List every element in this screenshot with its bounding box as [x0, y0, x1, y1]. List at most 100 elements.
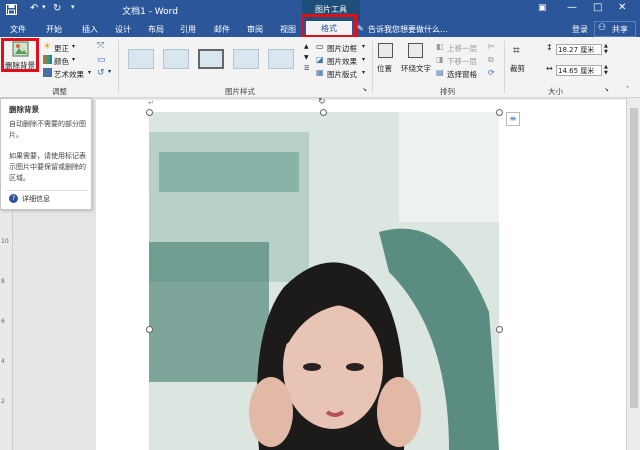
- tab-layout[interactable]: 布局: [148, 24, 164, 35]
- height-icon: ↕: [546, 43, 553, 52]
- crop-button[interactable]: ⌗ 裁剪: [508, 41, 532, 77]
- adjust-group-label: 调整: [52, 87, 67, 96]
- position-label: 位置: [377, 64, 392, 73]
- tab-review[interactable]: 审阅: [247, 24, 263, 35]
- ribbon-display-options-icon[interactable]: ▣: [538, 3, 547, 13]
- reset-picture-icon[interactable]: ↺: [97, 68, 105, 78]
- rotate-icon[interactable]: ⟳: [488, 68, 495, 77]
- layout-options-icon[interactable]: ≡: [506, 112, 520, 126]
- vertical-scrollbar[interactable]: [626, 98, 640, 450]
- position-icon: [378, 43, 393, 58]
- crop-label: 裁剪: [510, 64, 525, 73]
- selected-picture[interactable]: [149, 112, 499, 450]
- height-field[interactable]: 18.27 厘米: [556, 44, 602, 55]
- picture-layout-button[interactable]: 图片版式: [327, 69, 357, 80]
- close-button[interactable]: ✕: [618, 2, 626, 13]
- tooltip-more-link[interactable]: 详细信息: [22, 194, 50, 204]
- resize-handle-right[interactable]: [496, 326, 503, 333]
- ruler-tick: 10: [1, 238, 9, 245]
- change-picture-icon[interactable]: ▭: [97, 55, 106, 65]
- share-label: 共享: [612, 25, 628, 34]
- tooltip-divider: [7, 190, 87, 191]
- collapse-ribbon-icon[interactable]: ˄: [626, 86, 629, 93]
- dropdown-arrow-icon[interactable]: ▾: [88, 69, 91, 76]
- ruler-tick: 4: [1, 358, 5, 365]
- dropdown-arrow-icon[interactable]: ▾: [362, 43, 365, 50]
- gallery-scroll-down-icon[interactable]: ▼: [304, 54, 309, 61]
- align-icon[interactable]: ⊨: [488, 42, 495, 51]
- width-field[interactable]: 14.65 厘米: [556, 65, 602, 76]
- send-backward-icon: ◨: [436, 55, 444, 64]
- dropdown-arrow-icon[interactable]: ▾: [72, 43, 75, 50]
- size-group-label: 大小: [548, 87, 563, 96]
- group-separator: [504, 41, 505, 93]
- color-button[interactable]: 颜色: [54, 56, 69, 67]
- dialog-launcher-icon[interactable]: ↘: [362, 86, 367, 93]
- corrections-icon: ☀: [43, 42, 52, 52]
- tab-mailings[interactable]: 邮件: [214, 24, 230, 35]
- gallery-scroll-up-icon[interactable]: ▲: [304, 43, 309, 50]
- lightbulb-icon: ✎: [357, 24, 364, 33]
- style-thumb[interactable]: [163, 49, 189, 69]
- resize-handle-top-left[interactable]: [146, 109, 153, 116]
- compress-pictures-icon[interactable]: ⤧: [97, 41, 104, 51]
- tab-insert[interactable]: 插入: [82, 24, 98, 35]
- format-tab-highlight: [301, 14, 357, 38]
- tab-file[interactable]: 文件: [10, 24, 26, 35]
- style-thumb[interactable]: [128, 49, 154, 69]
- resize-handle-left[interactable]: [146, 326, 153, 333]
- position-button[interactable]: 位置: [375, 41, 397, 77]
- wrap-text-button[interactable]: 环绕文字: [400, 41, 434, 77]
- scrollbar-thumb[interactable]: [630, 108, 638, 408]
- tab-references[interactable]: 引用: [180, 24, 196, 35]
- picture-layout-icon: ▦: [316, 68, 324, 77]
- picture-content: [149, 112, 499, 450]
- bring-forward-button[interactable]: 上移一层: [447, 43, 477, 54]
- wrap-text-icon: [408, 43, 423, 58]
- rotation-handle-icon[interactable]: ↻: [318, 97, 326, 107]
- picture-effects-button[interactable]: 图片效果: [327, 56, 357, 67]
- picture-border-icon: ▭: [316, 42, 324, 51]
- person-icon: ⚇: [598, 23, 607, 33]
- resize-handle-top-right[interactable]: [496, 109, 503, 116]
- login-link[interactable]: 登录: [572, 24, 588, 35]
- minimize-button[interactable]: —: [567, 2, 577, 13]
- tab-home[interactable]: 开始: [46, 24, 62, 35]
- style-thumb[interactable]: [198, 49, 224, 69]
- picture-styles-group-label: 图片样式: [225, 87, 255, 96]
- resize-handle-top[interactable]: [320, 109, 327, 116]
- ruler-tick: 8: [1, 278, 5, 285]
- dropdown-arrow-icon[interactable]: ▾: [108, 68, 111, 75]
- tooltip-desc-1: 自动删除不需要的部分图片。: [9, 120, 86, 139]
- share-button[interactable]: ⚇ 共享: [594, 21, 636, 37]
- send-backward-button[interactable]: 下移一层: [447, 56, 477, 67]
- color-icon: [43, 55, 52, 64]
- group-icon[interactable]: ⧉: [488, 55, 494, 65]
- gallery-more-icon[interactable]: ☰: [304, 65, 309, 72]
- crop-icon: ⌗: [513, 43, 520, 57]
- dropdown-arrow-icon[interactable]: ▾: [72, 56, 75, 63]
- tab-design[interactable]: 设计: [115, 24, 131, 35]
- height-spinner-icon[interactable]: ▲ ▼: [604, 43, 608, 55]
- artistic-effects-icon: [43, 68, 52, 77]
- restore-button[interactable]: □: [593, 2, 602, 13]
- selection-pane-icon: ▤: [436, 68, 444, 77]
- selection-pane-button[interactable]: 选择窗格: [447, 69, 477, 80]
- ruler-tick: 6: [1, 318, 5, 325]
- style-thumb[interactable]: [233, 49, 259, 69]
- artistic-effects-button[interactable]: 艺术效果: [54, 69, 84, 80]
- dropdown-arrow-icon[interactable]: ▾: [362, 69, 365, 76]
- width-spinner-icon[interactable]: ▲ ▼: [604, 64, 608, 76]
- picture-styles-gallery[interactable]: [122, 43, 304, 73]
- tab-view[interactable]: 视图: [280, 24, 296, 35]
- tell-me-box[interactable]: 告诉我您想要做什么...: [368, 24, 448, 35]
- dialog-launcher-icon[interactable]: ↘: [604, 86, 609, 93]
- group-separator: [372, 41, 373, 93]
- style-thumb[interactable]: [268, 49, 294, 69]
- picture-border-button[interactable]: 图片边框: [327, 43, 357, 54]
- arrange-group-label: 排列: [440, 87, 455, 96]
- dropdown-arrow-icon[interactable]: ▾: [362, 56, 365, 63]
- corrections-button[interactable]: 更正: [54, 43, 69, 54]
- paragraph-mark-icon: ↵: [148, 99, 154, 107]
- remove-background-highlight: [1, 38, 39, 72]
